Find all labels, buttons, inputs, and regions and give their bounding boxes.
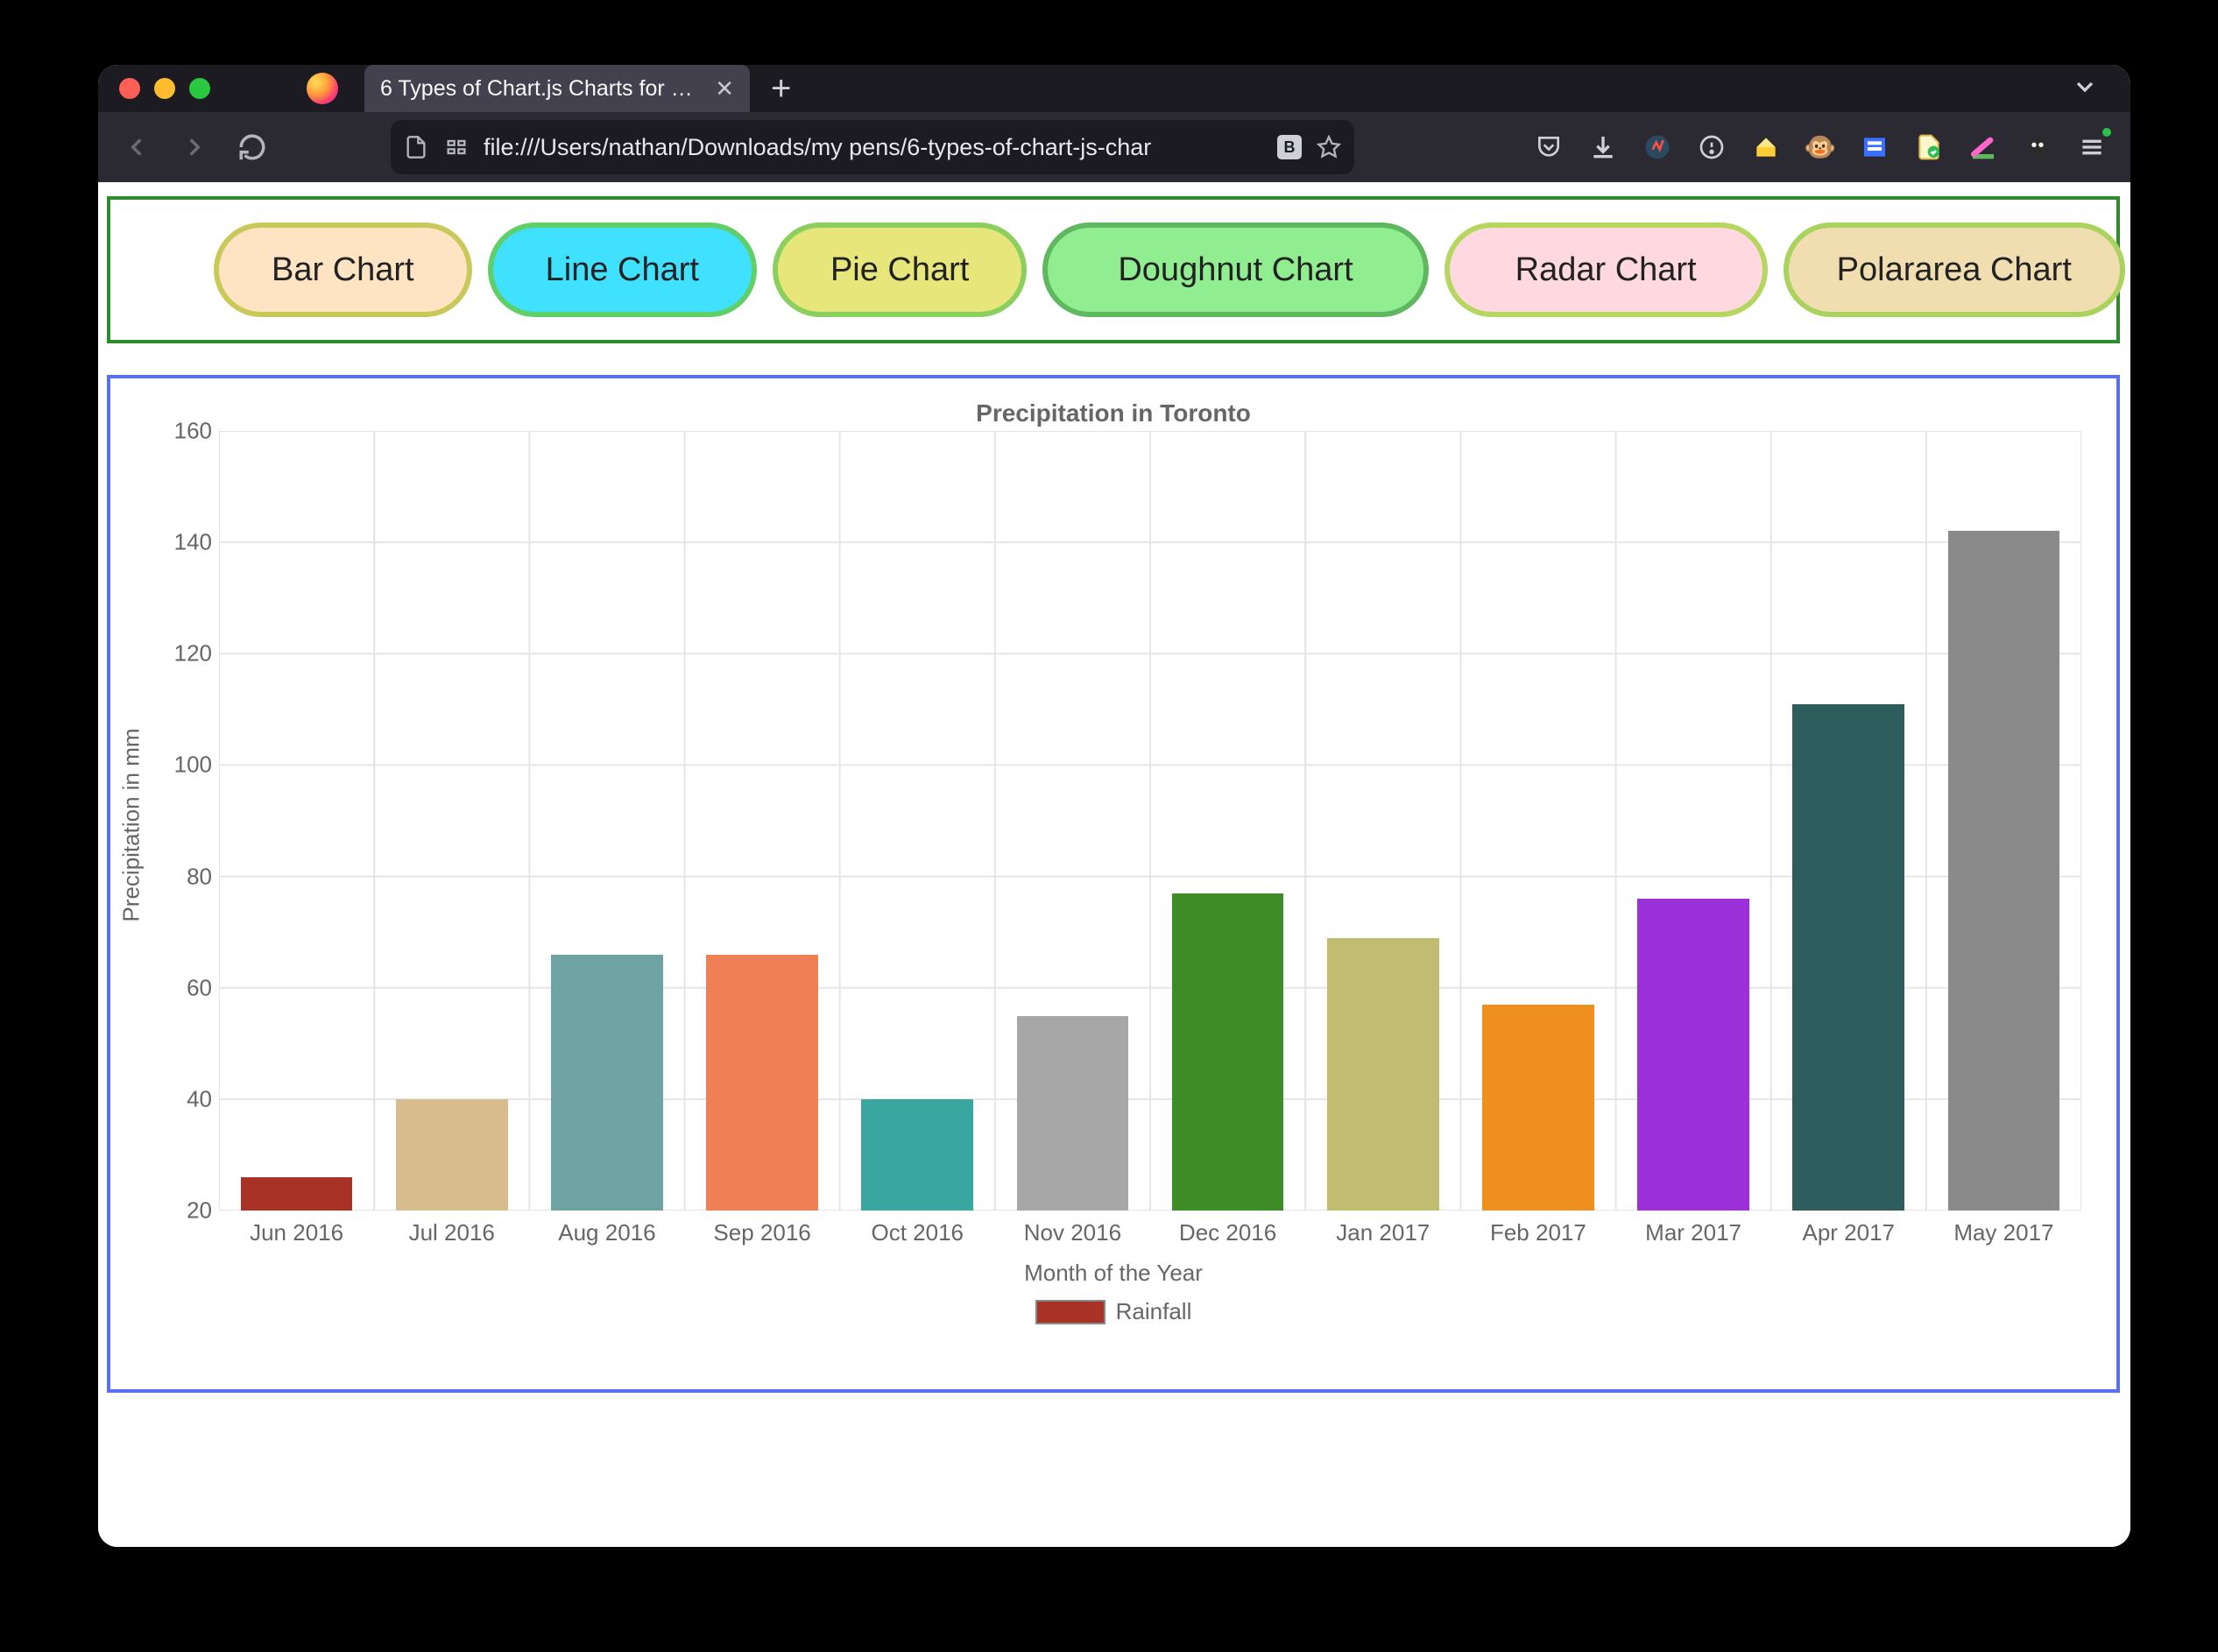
chart-bar[interactable] bbox=[1327, 938, 1439, 1211]
chart-bar[interactable] bbox=[551, 955, 663, 1211]
chart-bar[interactable] bbox=[1017, 1016, 1129, 1211]
traffic-lights bbox=[98, 78, 210, 99]
chart-bar[interactable] bbox=[241, 1177, 353, 1211]
y-tick-label: 100 bbox=[163, 752, 212, 779]
chart-container: Precipitation in Toronto Precipitation i… bbox=[107, 375, 2120, 1393]
x-tick-label: Oct 2016 bbox=[871, 1219, 964, 1246]
chart-bar[interactable] bbox=[1172, 893, 1284, 1211]
extension-icon-6[interactable] bbox=[1913, 131, 1945, 163]
reader-mode-badge[interactable]: B bbox=[1277, 135, 1302, 159]
extension-icon-2[interactable] bbox=[1696, 131, 1727, 163]
browser-window: 6 Types of Chart.js Charts for Same ✕ + … bbox=[98, 65, 2130, 1547]
chart-bars bbox=[219, 431, 2081, 1211]
y-tick-label: 80 bbox=[163, 863, 212, 890]
legend-swatch bbox=[1035, 1300, 1105, 1324]
file-icon bbox=[403, 134, 429, 160]
y-axis-label: Precipitation in mm bbox=[118, 728, 145, 921]
back-button[interactable] bbox=[112, 123, 161, 172]
tab-title: 6 Types of Chart.js Charts for Same bbox=[380, 76, 703, 102]
extension-icon-1[interactable] bbox=[1642, 131, 1673, 163]
extension-icon-3[interactable] bbox=[1750, 131, 1782, 163]
polararea-chart-button[interactable]: Polararea Chart bbox=[1784, 222, 2125, 317]
plot-area bbox=[219, 431, 2081, 1211]
y-tick-label: 120 bbox=[163, 640, 212, 667]
url-text: file:///Users/nathan/Downloads/my pens/6… bbox=[484, 134, 1263, 161]
y-tick-label: 60 bbox=[163, 974, 212, 1001]
radar-chart-button[interactable]: Radar Chart bbox=[1445, 222, 1768, 317]
doughnut-chart-button[interactable]: Doughnut Chart bbox=[1042, 222, 1428, 317]
extension-icon-5[interactable] bbox=[1859, 131, 1890, 163]
x-tick-label: Jan 2017 bbox=[1336, 1219, 1430, 1246]
y-tick-labels: 16014012010080604020 bbox=[163, 431, 212, 1211]
x-tick-label: Apr 2017 bbox=[1802, 1219, 1895, 1246]
chart-bar[interactable] bbox=[706, 955, 818, 1211]
x-tick-label: Feb 2017 bbox=[1490, 1219, 1586, 1246]
extension-icon-8[interactable] bbox=[2022, 131, 2053, 163]
x-tick-label: Sep 2016 bbox=[713, 1219, 810, 1246]
pie-chart-button[interactable]: Pie Chart bbox=[773, 222, 1027, 317]
bar-chart-button[interactable]: Bar Chart bbox=[214, 222, 472, 317]
site-settings-icon[interactable] bbox=[443, 134, 470, 160]
chart-bar[interactable] bbox=[1637, 899, 1749, 1211]
forward-button[interactable] bbox=[170, 123, 219, 172]
chart-title: Precipitation in Toronto bbox=[110, 399, 2116, 427]
chart-bar[interactable] bbox=[1792, 704, 1904, 1211]
y-tick-label: 20 bbox=[163, 1197, 212, 1225]
window-close-button[interactable] bbox=[119, 78, 140, 99]
y-tick-label: 40 bbox=[163, 1085, 212, 1112]
url-bar[interactable]: file:///Users/nathan/Downloads/my pens/6… bbox=[391, 120, 1354, 174]
tab-close-icon[interactable]: ✕ bbox=[715, 77, 734, 100]
chart-legend: Rainfall bbox=[110, 1298, 2116, 1325]
window-maximize-button[interactable] bbox=[189, 78, 210, 99]
legend-label: Rainfall bbox=[1116, 1298, 1192, 1325]
chart-bar[interactable] bbox=[1482, 1005, 1594, 1211]
page-viewport: Bar Chart Line Chart Pie Chart Doughnut … bbox=[98, 182, 2130, 1547]
tabs-dropdown-button[interactable] bbox=[2071, 73, 2099, 105]
title-bar: 6 Types of Chart.js Charts for Same ✕ + bbox=[98, 65, 2130, 112]
chart-bar[interactable] bbox=[1948, 531, 2060, 1211]
y-tick-label: 140 bbox=[163, 529, 212, 556]
pocket-icon[interactable] bbox=[1533, 131, 1565, 163]
x-tick-label: May 2017 bbox=[1953, 1219, 2053, 1246]
bookmark-star-icon[interactable] bbox=[1316, 134, 1342, 160]
chart-bar[interactable] bbox=[861, 1099, 973, 1211]
extension-icon-7[interactable] bbox=[1967, 131, 1999, 163]
x-axis-label: Month of the Year bbox=[110, 1260, 2116, 1287]
firefox-icon bbox=[307, 73, 338, 104]
reload-button[interactable] bbox=[228, 123, 277, 172]
x-tick-label: Nov 2016 bbox=[1024, 1219, 1121, 1246]
extension-icon-4[interactable]: 🐵 bbox=[1805, 131, 1836, 163]
x-tick-label: Dec 2016 bbox=[1179, 1219, 1276, 1246]
line-chart-button[interactable]: Line Chart bbox=[488, 222, 757, 317]
x-tick-label: Jun 2016 bbox=[250, 1219, 343, 1246]
y-tick-label: 160 bbox=[163, 418, 212, 445]
x-tick-label: Jul 2016 bbox=[409, 1219, 495, 1246]
x-tick-labels: Jun 2016 Jul 2016 Aug 2016 Sep 2016 Oct 2016… bbox=[219, 1219, 2081, 1254]
chart-bar[interactable] bbox=[396, 1099, 508, 1211]
chart-type-menu: Bar Chart Line Chart Pie Chart Doughnut … bbox=[107, 196, 2120, 343]
x-tick-label: Aug 2016 bbox=[558, 1219, 655, 1246]
new-tab-button[interactable]: + bbox=[771, 71, 791, 106]
toolbar: file:///Users/nathan/Downloads/my pens/6… bbox=[98, 112, 2130, 182]
hamburger-menu-icon[interactable] bbox=[2076, 131, 2108, 163]
downloads-icon[interactable] bbox=[1587, 131, 1619, 163]
window-minimize-button[interactable] bbox=[154, 78, 175, 99]
browser-tab[interactable]: 6 Types of Chart.js Charts for Same ✕ bbox=[364, 65, 750, 112]
x-tick-label: Mar 2017 bbox=[1645, 1219, 1741, 1246]
toolbar-extensions: 🐵 bbox=[1533, 131, 2108, 163]
